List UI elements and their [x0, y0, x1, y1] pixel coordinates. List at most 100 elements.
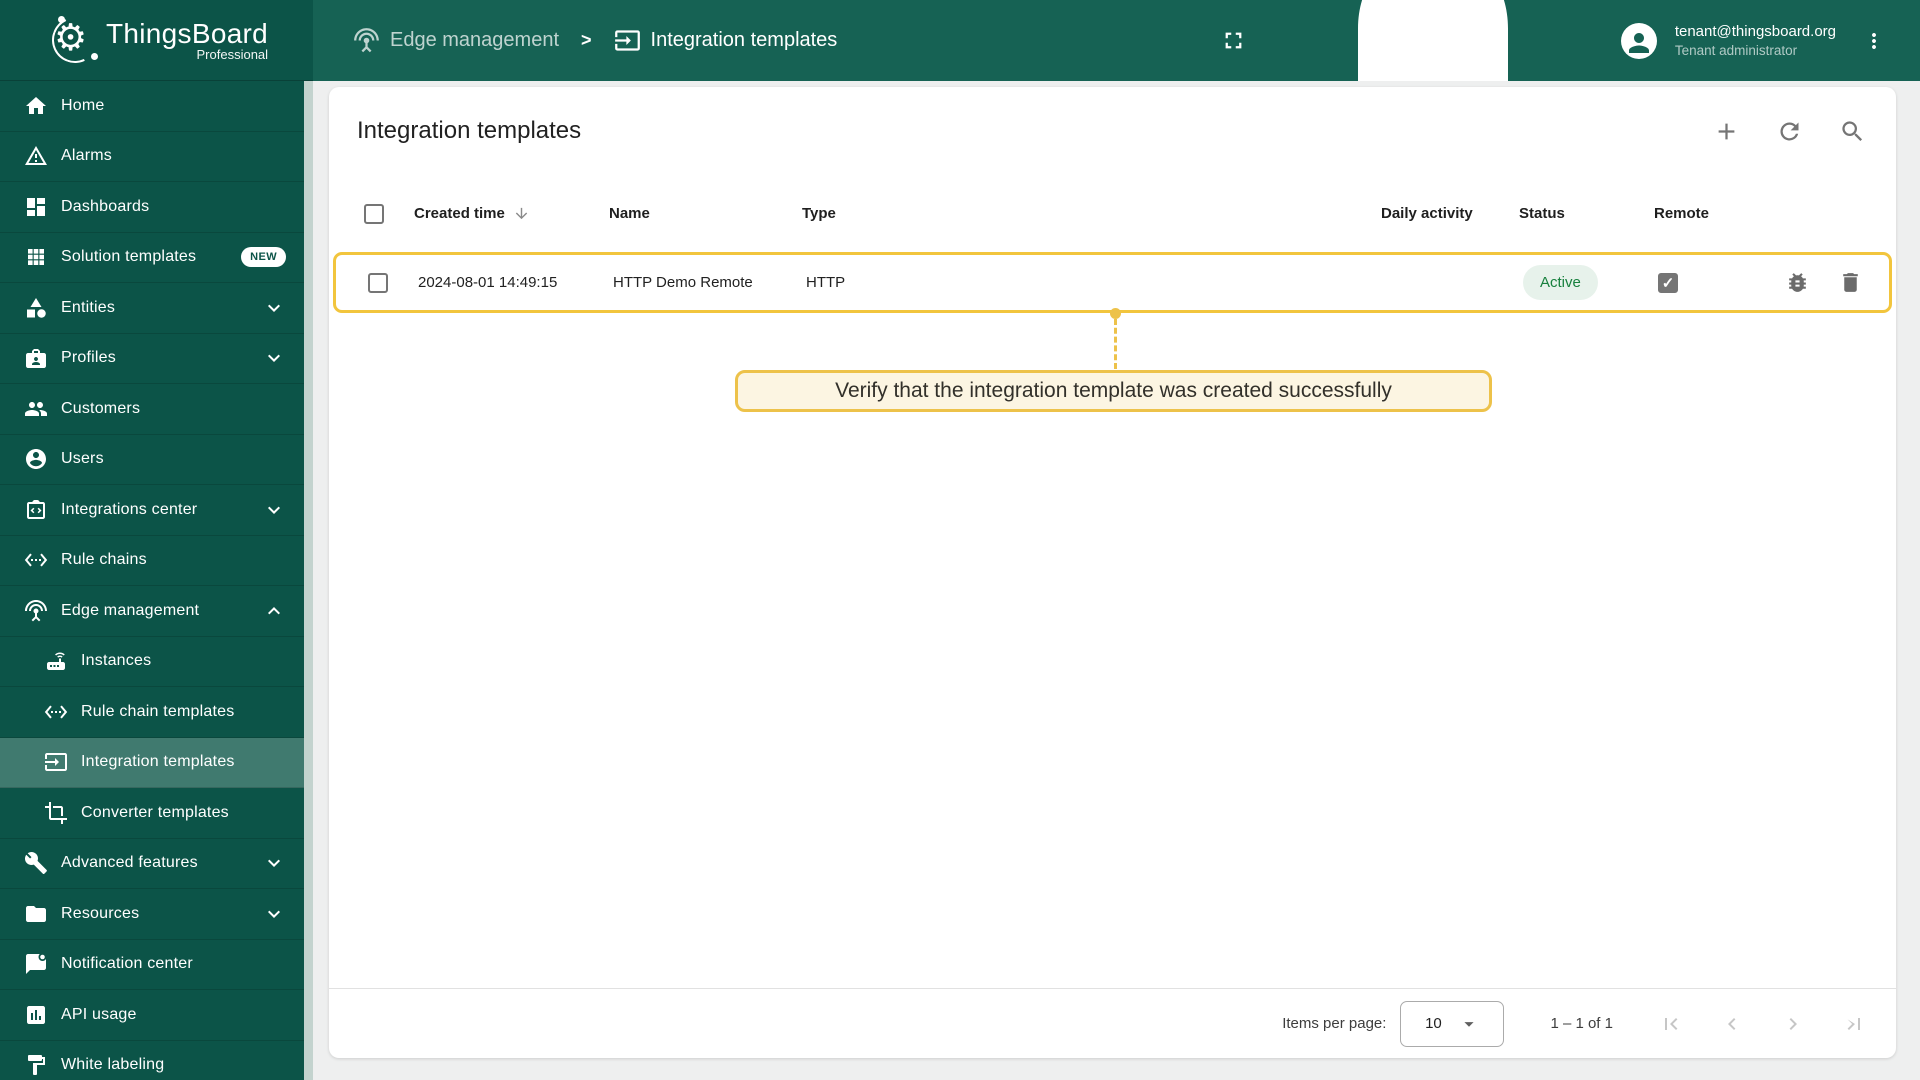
- chevron-down-icon: [262, 498, 286, 522]
- dashboards-icon: [24, 195, 48, 219]
- sidebar-item-users[interactable]: Users: [0, 435, 304, 485]
- sidebar-item-rule-chains[interactable]: Rule chains: [0, 536, 304, 586]
- sidebar-item-label: Dashboards: [61, 197, 150, 215]
- search-button[interactable]: [1839, 118, 1866, 145]
- chevron-up-icon: [262, 599, 286, 623]
- sidebar-item-rule-chain-templates[interactable]: Rule chain templates: [0, 687, 304, 738]
- sidebar-item-resources[interactable]: Resources: [0, 889, 304, 940]
- topbar: Edge management>Integration templates 43…: [313, 0, 1920, 166]
- add-button[interactable]: [1713, 118, 1740, 145]
- sidebar-item-label: Profiles: [61, 349, 116, 367]
- annotation-anchor-dot: [1110, 308, 1121, 319]
- sidebar-item-label: Integrations center: [61, 500, 198, 518]
- rule-chains-icon: [44, 700, 68, 724]
- user-info[interactable]: tenant@thingsboard.org Tenant administra…: [1675, 22, 1836, 60]
- prev-page-button[interactable]: [1720, 1012, 1744, 1036]
- sidebar-item-label: Solution templates: [61, 248, 197, 266]
- content: Integration templates Created time Name Ty…: [313, 81, 1920, 1080]
- column-header-remote[interactable]: Remote: [1654, 205, 1769, 222]
- sidebar-scrollbar[interactable]: [304, 81, 313, 1080]
- brand-name: ThingsBoard: [106, 17, 269, 49]
- white-labeling-icon: [24, 1053, 48, 1077]
- first-page-button[interactable]: [1659, 1012, 1683, 1036]
- sidebar-item-alarms[interactable]: Alarms: [0, 132, 304, 182]
- breadcrumb-item-edge-management[interactable]: Edge management: [353, 27, 559, 54]
- sidebar-item-integration-templates[interactable]: Integration templates: [0, 737, 304, 788]
- column-header-status[interactable]: Status: [1519, 205, 1654, 222]
- sidebar-item-label: Instances: [81, 652, 152, 670]
- annotation-text: Verify that the integration template was…: [835, 379, 1392, 402]
- edge-management-icon: [24, 599, 48, 623]
- sidebar-item-advanced-features[interactable]: Advanced features: [0, 839, 304, 889]
- column-header-daily-activity[interactable]: Daily activity: [1381, 205, 1519, 222]
- sidebar-item-edge-management[interactable]: Edge management: [0, 586, 304, 637]
- sidebar-item-home[interactable]: Home: [0, 81, 304, 132]
- column-header-created-time[interactable]: Created time: [414, 205, 609, 222]
- sidebar-item-label: Rule chain templates: [81, 702, 235, 720]
- last-page-button[interactable]: [1842, 1012, 1866, 1036]
- column-header-type[interactable]: Type: [802, 205, 1381, 222]
- debug-button[interactable]: [1785, 270, 1810, 295]
- more-menu-button[interactable]: [1862, 29, 1886, 53]
- dropdown-arrow-icon: [1458, 1013, 1480, 1035]
- items-per-page-label: Items per page:: [1282, 1015, 1387, 1032]
- cell-name: HTTP Demo Remote: [613, 274, 753, 291]
- cell-type: HTTP: [806, 274, 846, 291]
- solution-templates-icon: [24, 245, 48, 269]
- integration-templates-icon: [44, 750, 68, 774]
- sidebar-item-white-labeling[interactable]: White labeling: [0, 1041, 304, 1080]
- breadcrumb-separator: >: [581, 30, 592, 50]
- app-logo[interactable]: ⚙ ThingsBoard Professional: [0, 0, 313, 81]
- main-area: Edge management>Integration templates 43…: [313, 0, 1920, 1080]
- sidebar-item-converter-templates[interactable]: Converter templates: [0, 788, 304, 839]
- home-icon: [24, 94, 48, 118]
- sidebar-item-entities[interactable]: Entities: [0, 283, 304, 334]
- select-all-checkbox[interactable]: [364, 203, 384, 224]
- integration-templates-icon: [614, 27, 641, 54]
- chevron-down-icon: [262, 346, 286, 370]
- delete-button[interactable]: [1838, 270, 1863, 295]
- rule-chains-icon: [24, 548, 48, 572]
- person-icon: [1624, 28, 1654, 58]
- sidebar-item-label: Home: [61, 96, 105, 114]
- items-per-page-value: 10: [1425, 1015, 1442, 1032]
- sidebar-item-label: Users: [61, 450, 104, 468]
- row-checkbox[interactable]: [368, 272, 388, 293]
- sidebar-item-profiles[interactable]: Profiles: [0, 334, 304, 384]
- customers-icon: [24, 397, 48, 421]
- sidebar-item-label: Entities: [61, 298, 116, 316]
- sidebar-item-notification-center[interactable]: Notification center: [0, 940, 304, 990]
- sidebar-item-integrations-center[interactable]: Integrations center: [0, 485, 304, 536]
- sidebar-item-label: Notification center: [61, 955, 193, 973]
- sidebar-item-label: Advanced features: [61, 854, 198, 872]
- annotation-callout: Verify that the integration template was…: [735, 370, 1492, 412]
- integrations-center-icon: [24, 498, 48, 522]
- sidebar-item-api-usage[interactable]: API usage: [0, 990, 304, 1041]
- breadcrumb-item-integration-templates[interactable]: Integration templates: [614, 27, 837, 54]
- chevron-down-icon: [262, 851, 286, 875]
- sidebar-item-dashboards[interactable]: Dashboards: [0, 182, 304, 233]
- sidebar-item-customers[interactable]: Customers: [0, 384, 304, 435]
- avatar[interactable]: [1620, 22, 1657, 59]
- sidebar-item-instances[interactable]: Instances: [0, 637, 304, 687]
- items-per-page-select[interactable]: 10: [1400, 1000, 1505, 1047]
- refresh-button[interactable]: [1776, 118, 1803, 145]
- converter-templates-icon: [44, 801, 68, 825]
- brand-subtitle: Professional: [196, 46, 269, 62]
- fullscreen-button[interactable]: [1220, 27, 1247, 54]
- new-badge: NEW: [241, 247, 286, 268]
- remote-checkbox[interactable]: ✓: [1658, 272, 1678, 293]
- sidebar-item-label: Edge management: [61, 601, 200, 619]
- page-title: Integration templates: [357, 117, 582, 144]
- annotation-connector-line: [1114, 319, 1117, 369]
- gear-logo-icon: ⚙: [45, 10, 105, 70]
- instances-icon: [44, 649, 68, 673]
- alarm-warning-icon: [24, 144, 48, 168]
- column-header-name[interactable]: Name: [609, 205, 802, 222]
- sidebar-item-solution-templates[interactable]: Solution templates NEW: [0, 233, 304, 283]
- chevron-down-icon: [262, 296, 286, 320]
- user-email: tenant@thingsboard.org: [1674, 22, 1836, 40]
- sidebar-item-label: Rule chains: [61, 551, 147, 569]
- next-page-button[interactable]: [1781, 1012, 1805, 1036]
- table-row[interactable]: 2024-08-01 14:49:15 HTTP Demo Remote HTT…: [333, 252, 1892, 313]
